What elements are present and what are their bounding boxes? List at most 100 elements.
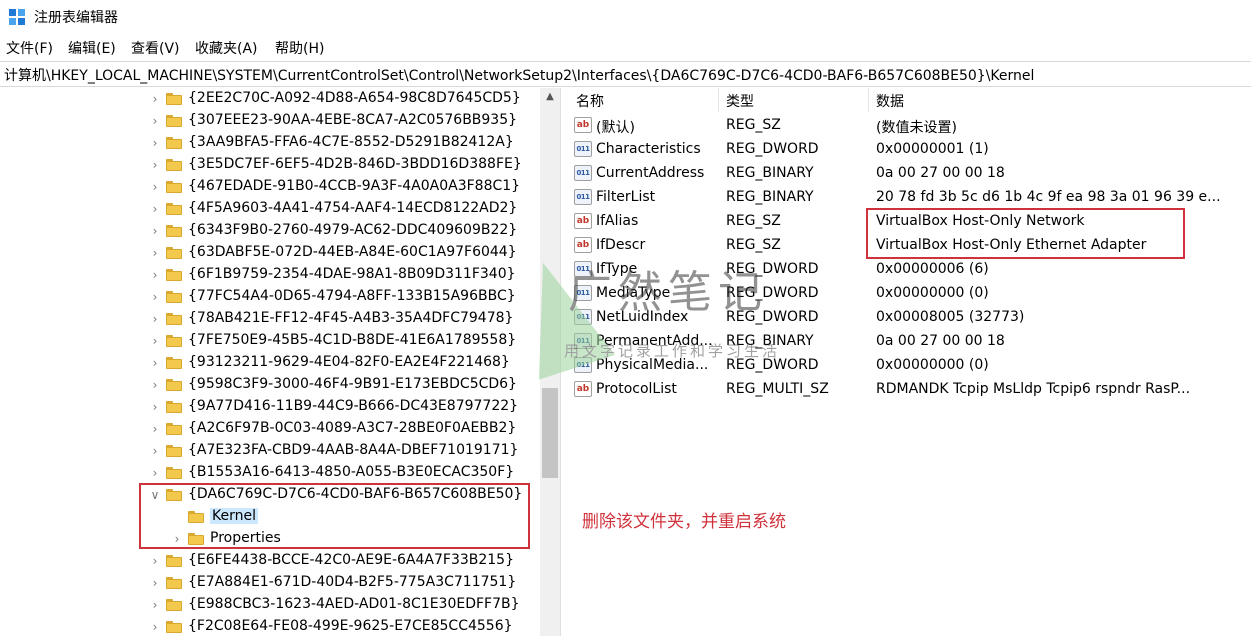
tree-item[interactable]: › {E988CBC3-1623-4AED-AD01-8C1E30EDFF7B} <box>0 594 540 616</box>
tree-item[interactable]: › {63DABF5E-072D-44EB-A84E-60C1A97F6044} <box>0 242 540 264</box>
column-header-type[interactable]: 类型 <box>726 91 754 111</box>
chevron-right-icon[interactable]: › <box>148 554 162 568</box>
tree-item[interactable]: › {2EE2C70C-A092-4D88-A654-98C8D7645CD5} <box>0 88 540 110</box>
tree-item[interactable]: › {6F1B9759-2354-4DAE-98A1-8B09D311F340} <box>0 264 540 286</box>
chevron-right-icon[interactable]: › <box>148 334 162 348</box>
chevron-right-icon[interactable]: › <box>148 290 162 304</box>
binary-value-icon: 011 <box>574 309 592 325</box>
chevron-right-icon[interactable]: › <box>148 158 162 172</box>
tree-item-label: {78AB421E-FF12-4F45-A4B3-35A4DFC79478} <box>188 310 514 326</box>
value-row[interactable]: 011 PermanentAdd... REG_BINARY 0a 00 27 00 … <box>566 330 1246 354</box>
chevron-right-icon[interactable]: › <box>148 400 162 414</box>
tree-item[interactable]: › {77FC54A4-0D65-4794-A8FF-133B15A96BBC} <box>0 286 540 308</box>
value-row[interactable]: 011 PhysicalMedia... REG_DWORD 0x00000000 (… <box>566 354 1246 378</box>
menu-view[interactable]: 查看(V) <box>131 38 180 58</box>
value-row[interactable]: ab (默认) REG_SZ (数值未设置) <box>566 114 1246 138</box>
tree-item[interactable]: › {E6FE4438-BCCE-42C0-AE9E-6A4A7F33B215} <box>0 550 540 572</box>
folder-icon <box>166 203 182 215</box>
address-path[interactable]: 计算机\HKEY_LOCAL_MACHINE\SYSTEM\CurrentCon… <box>4 65 1034 85</box>
value-row[interactable]: 011 NetLuidIndex REG_DWORD 0x00008005 (3277… <box>566 306 1246 330</box>
value-type: REG_BINARY <box>726 189 814 205</box>
chevron-right-icon[interactable]: › <box>148 422 162 436</box>
tree-item[interactable]: › {9A77D416-11B9-44C9-B666-DC43E8797722} <box>0 396 540 418</box>
value-name: Characteristics <box>596 141 701 157</box>
tree-item[interactable]: › {A7E323FA-CBD9-4AAB-8A4A-DBEF71019171} <box>0 440 540 462</box>
value-row[interactable]: ab ProtocolList REG_MULTI_SZ RDMANDK Tcpip … <box>566 378 1246 402</box>
tree-item-label: {77FC54A4-0D65-4794-A8FF-133B15A96BBC} <box>188 288 516 304</box>
scrollbar-thumb[interactable] <box>542 388 558 478</box>
tree-item[interactable]: › {B1553A16-6413-4850-A055-B3E0ECAC350F} <box>0 462 540 484</box>
chevron-right-icon[interactable]: › <box>148 92 162 106</box>
tree-item[interactable]: › {7FE750E9-45B5-4C1D-B8DE-41E6A1789558} <box>0 330 540 352</box>
folder-icon <box>166 379 182 391</box>
address-bar[interactable]: 计算机\HKEY_LOCAL_MACHINE\SYSTEM\CurrentCon… <box>0 61 1251 87</box>
chevron-right-icon[interactable]: › <box>148 466 162 480</box>
chevron-right-icon[interactable]: › <box>148 356 162 370</box>
tree-item-label: {4F5A9603-4A41-4754-AAF4-14ECD8122AD2} <box>188 200 518 216</box>
menu-favorites[interactable]: 收藏夹(A) <box>195 38 258 58</box>
chevron-right-icon[interactable]: › <box>148 136 162 150</box>
value-row[interactable]: 011 FilterList REG_BINARY 20 78 fd 3b 5c d6… <box>566 186 1246 210</box>
chevron-right-icon[interactable]: › <box>148 598 162 612</box>
value-row[interactable]: 011 IfType REG_DWORD 0x00000006 (6) <box>566 258 1246 282</box>
column-divider[interactable] <box>868 88 869 112</box>
window-title: 注册表编辑器 <box>34 10 118 26</box>
value-row[interactable]: 011 MediaType REG_DWORD 0x00000000 (0) <box>566 282 1246 306</box>
tree-item[interactable]: › {4F5A9603-4A41-4754-AAF4-14ECD8122AD2} <box>0 198 540 220</box>
folder-icon <box>166 467 182 479</box>
registry-editor-icon <box>9 9 25 25</box>
value-type: REG_SZ <box>726 237 781 253</box>
key-tree-pane[interactable]: › {2EE2C70C-A092-4D88-A654-98C8D7645CD5} ›… <box>0 88 561 636</box>
value-name: NetLuidIndex <box>596 309 689 325</box>
scroll-up-icon[interactable]: ▲ <box>540 88 560 106</box>
tree-item[interactable]: › {307EEE23-90AA-4EBE-8CA7-A2C0576BB935} <box>0 110 540 132</box>
tree-item[interactable]: › {467EDADE-91B0-4CCB-9A3F-4A0A0A3F88C1} <box>0 176 540 198</box>
folder-icon <box>166 599 182 611</box>
menu-edit[interactable]: 编辑(E) <box>68 38 116 58</box>
scrollbar-track[interactable] <box>540 88 560 636</box>
tree-item[interactable]: › {6343F9B0-2760-4979-AC62-DDC409609B22} <box>0 220 540 242</box>
value-name: IfAlias <box>596 213 639 229</box>
chevron-right-icon[interactable]: › <box>148 202 162 216</box>
chevron-right-icon[interactable]: › <box>148 268 162 282</box>
column-header-data[interactable]: 数据 <box>876 91 904 111</box>
value-name: (默认) <box>596 120 635 136</box>
folder-icon <box>166 401 182 413</box>
highlight-box-ifalias-ifdescr <box>866 208 1185 259</box>
menu-file[interactable]: 文件(F) <box>6 38 53 58</box>
column-header-name[interactable]: 名称 <box>576 91 604 111</box>
chevron-right-icon[interactable]: › <box>148 114 162 128</box>
value-type: REG_DWORD <box>726 357 819 373</box>
menu-help[interactable]: 帮助(H) <box>275 38 324 58</box>
tree-item[interactable]: › {3E5DC7EF-6EF5-4D2B-846D-3BDD16D388FE} <box>0 154 540 176</box>
chevron-right-icon[interactable]: › <box>148 224 162 238</box>
title-bar: 注册表编辑器 <box>0 0 1251 34</box>
tree-item[interactable]: › {E7A884E1-671D-40D4-B2F5-775A3C711751} <box>0 572 540 594</box>
tree-item[interactable]: › {9598C3F9-3000-46F4-9B91-E173EBDC5CD6} <box>0 374 540 396</box>
value-row[interactable]: 011 CurrentAddress REG_BINARY 0a 00 27 00 0… <box>566 162 1246 186</box>
folder-icon <box>166 335 182 347</box>
folder-icon <box>166 115 182 127</box>
chevron-right-icon[interactable]: › <box>148 444 162 458</box>
binary-value-icon: 011 <box>574 333 592 349</box>
folder-icon <box>166 291 182 303</box>
value-type: REG_DWORD <box>726 309 819 325</box>
value-row[interactable]: 011 Characteristics REG_DWORD 0x00000001 (1… <box>566 138 1246 162</box>
binary-value-icon: 011 <box>574 165 592 181</box>
chevron-right-icon[interactable]: › <box>148 576 162 590</box>
chevron-right-icon[interactable]: › <box>148 180 162 194</box>
tree-item[interactable]: › {93123211-9629-4E04-82F0-EA2E4F221468} <box>0 352 540 374</box>
tree-item[interactable]: › {F2C08E64-FE08-499E-9625-E7CE85CC4556} <box>0 616 540 636</box>
tree-item[interactable]: › {A2C6F97B-0C03-4089-A3C7-28BE0F0AEBB2} <box>0 418 540 440</box>
chevron-right-icon[interactable]: › <box>148 620 162 634</box>
values-list-pane[interactable]: 名称 类型 数据 ab (默认) REG_SZ (数值未设置) 011 Character… <box>566 88 1251 636</box>
tree-item[interactable]: › {3AA9BFA5-FFA6-4C7E-8552-D5291B82412A} <box>0 132 540 154</box>
column-divider[interactable] <box>718 88 719 112</box>
chevron-right-icon[interactable]: › <box>148 312 162 326</box>
chevron-right-icon[interactable]: › <box>148 378 162 392</box>
tree-item[interactable]: › {78AB421E-FF12-4F45-A4B3-35A4DFC79478} <box>0 308 540 330</box>
string-value-icon: ab <box>574 117 592 133</box>
binary-value-icon: 011 <box>574 141 592 157</box>
tree-item-label: {9A77D416-11B9-44C9-B666-DC43E8797722} <box>188 398 519 414</box>
chevron-right-icon[interactable]: › <box>148 246 162 260</box>
